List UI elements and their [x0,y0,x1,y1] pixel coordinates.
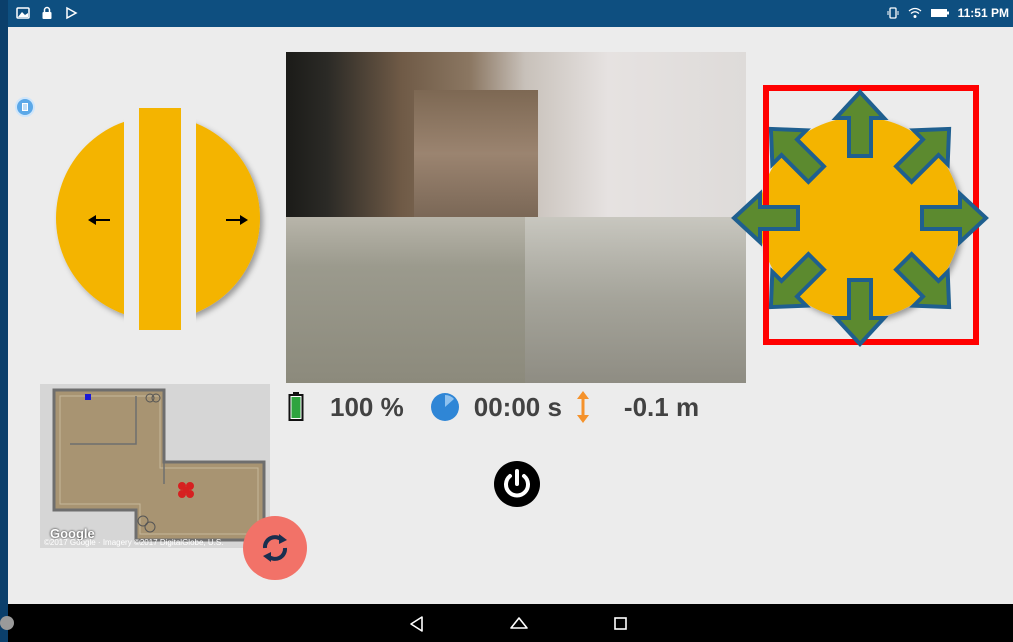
menu-button[interactable] [15,97,35,117]
mini-map[interactable]: Google ©2017 Google · Imagery ©2017 Digi… [40,384,270,548]
yaw-joystick-handle[interactable] [139,108,181,330]
timer-value: 00:00 s [473,391,562,422]
app-screen: 11:51 PM 100 % 00:00 s -0.1 m Google ©20… [8,0,1013,642]
battery-value: 100 % [330,391,404,422]
refresh-button[interactable] [243,516,307,580]
status-bar: 11:51 PM [8,0,1013,27]
status-time: 11:51 PM [957,6,1009,20]
play-store-icon [66,6,78,20]
recents-icon[interactable] [610,613,632,635]
status-left-icons [16,6,78,20]
feed-floor-reflection [525,217,746,383]
list-icon [22,103,28,111]
feed-box [414,90,538,218]
timer-icon [430,393,459,421]
battery-level-icon [288,392,304,421]
movement-joystick[interactable] [714,66,1013,372]
navigation-bar [8,604,1013,642]
power-button[interactable] [494,461,540,507]
altitude-value: -0.1 m [623,391,700,422]
camera-feed [286,52,746,383]
lock-icon [42,6,52,19]
screen-record-dot [0,616,14,630]
battery-icon [930,9,949,17]
home-icon[interactable] [508,613,530,635]
floor-plan [40,384,270,548]
power-icon [504,469,530,498]
altitude-icon [576,391,589,423]
waypoint-marker [85,394,91,400]
wifi-icon [908,7,922,18]
map-attribution: ©2017 Google · Imagery ©2017 DigitalGlob… [44,538,224,547]
vibrate-icon [887,7,899,19]
refresh-icon [262,534,288,562]
status-right-icons: 11:51 PM [886,6,1009,20]
back-icon[interactable] [406,613,428,635]
gallery-icon [16,7,30,19]
stats-bar: 100 % 00:00 s -0.1 m [288,390,699,424]
yaw-joystick[interactable] [54,100,270,340]
